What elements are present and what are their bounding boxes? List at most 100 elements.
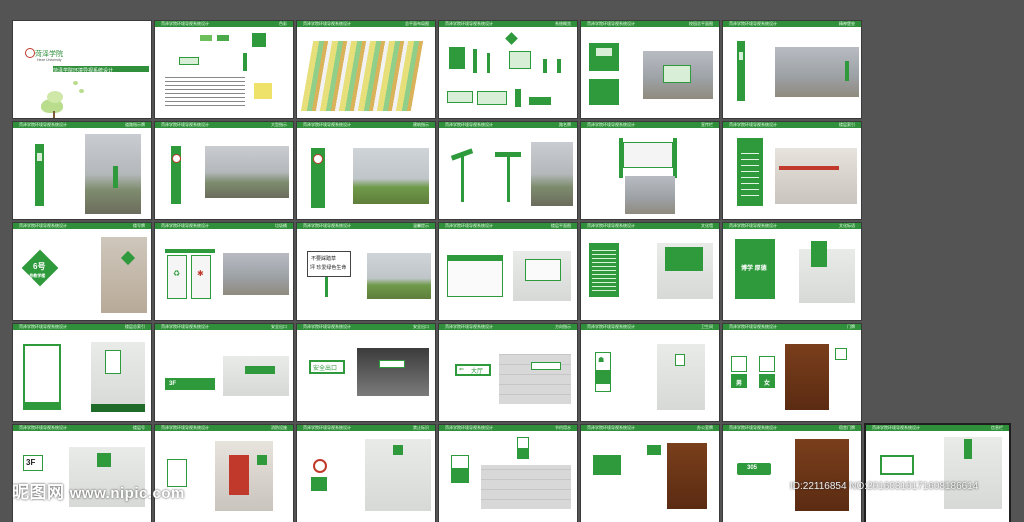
- page-road-sign[interactable]: 菏泽学院环境导视系统设计 道路指示牌: [13, 122, 151, 219]
- page-large-sign[interactable]: 菏泽学院环境导视系统设计 大型指示: [155, 122, 293, 219]
- info-board: [964, 439, 972, 459]
- exit-sign: [379, 360, 405, 368]
- page-direction[interactable]: 菏泽学院环境导视系统设计 方向指示 ⇐ 大厅: [439, 324, 577, 421]
- page-road-name[interactable]: 菏泽学院环境导视系统设计 路名牌: [439, 122, 577, 219]
- no-entry-icon: [172, 154, 181, 163]
- overview-sign: [449, 47, 465, 69]
- tree-trunk: [53, 111, 55, 118]
- page-tag: 宣传栏: [701, 122, 713, 127]
- page-info-board[interactable]: 菏泽学院环境导视系统设计 信息栏: [866, 425, 1009, 522]
- page-floor-plan[interactable]: 菏泽学院环境导视系统设计 楼层平面图: [439, 223, 577, 320]
- page-tag: 色彩: [279, 21, 287, 26]
- page-floor-directory[interactable]: 菏泽学院环境导视系统设计 楼层总索引: [13, 324, 151, 421]
- page-master-plan[interactable]: 菏泽学院环境导视系统设计 总平面布局图: [297, 21, 435, 118]
- overview-sign: [447, 91, 473, 103]
- page-building-number[interactable]: 菏泽学院环境导视系统设计 楼号牌 6号 6号教学楼: [13, 223, 151, 320]
- page-office-plate[interactable]: 菏泽学院环境导视系统设计 办公室牌: [581, 425, 719, 522]
- toilet-female-label: 女: [764, 381, 771, 387]
- page-title: 菏泽学院环境导视系统设计: [19, 223, 67, 228]
- overview-sign: [557, 59, 561, 73]
- water-sign: [451, 469, 469, 483]
- page-title: 菏泽学院环境导视系统设计: [161, 21, 209, 26]
- site-photo: [357, 348, 429, 396]
- overview-sign: [473, 49, 477, 73]
- hanging-sign: [245, 366, 275, 374]
- page-title: 菏泽学院环境导视系统设计: [445, 425, 493, 430]
- building-label: 6号教学楼: [27, 273, 46, 278]
- page-title: 菏泽学院环境导视系统设计: [587, 425, 635, 430]
- page-tag: 禁止标识: [413, 425, 429, 430]
- page-dorm-plate[interactable]: 菏泽学院环境导视系统设计 宿舍门牌 305: [723, 425, 861, 522]
- page-restroom[interactable]: 菏泽学院环境导视系统设计 卫生间 ☗: [581, 324, 719, 421]
- site-photo: [775, 148, 857, 204]
- page-overview[interactable]: 菏泽学院环境导视系统设计 系统概览: [439, 21, 577, 118]
- toilet-male-label: 男: [736, 381, 743, 387]
- page-landmark[interactable]: 菏泽学院环境导视系统设计 精神堡垒: [723, 21, 861, 118]
- cover-logo-sub: Heze University: [37, 58, 62, 62]
- person-icon: ☗: [598, 357, 605, 364]
- page-tag: 安全出口: [413, 324, 429, 329]
- exit-sign-text: 安全出口: [313, 366, 338, 372]
- site-photo: [367, 253, 431, 299]
- toilet-icon-panel: [835, 348, 847, 360]
- landmark-pillar: [737, 41, 745, 101]
- road-sign-post: [113, 166, 118, 188]
- directory-board-base: [23, 402, 61, 410]
- page-bulletin[interactable]: 菏泽学院环境导视系统设计 宣传栏: [581, 122, 719, 219]
- page-title: 菏泽学院环境导视系统设计: [445, 122, 493, 127]
- landmark-pillar: [845, 61, 849, 81]
- page-fire[interactable]: 菏泽学院环境导视系统设计 消防设施: [155, 425, 293, 522]
- color-swatch: [243, 53, 247, 71]
- page-floor-index[interactable]: 菏泽学院环境导视系统设计 楼层索引: [723, 122, 861, 219]
- map-board-sign: [663, 65, 691, 83]
- page-tag: 宿舍门牌: [839, 425, 855, 430]
- page-title: 菏泽学院环境导视系统设计: [161, 223, 209, 228]
- page-tag: 门牌: [847, 324, 855, 329]
- page-no-smoking[interactable]: 菏泽学院环境导视系统设计 禁止标识: [297, 425, 435, 522]
- page-tag: 文化墙: [701, 223, 713, 228]
- page-culture-wall[interactable]: 菏泽学院环境导视系统设计 文化墙: [581, 223, 719, 320]
- page-exit-hanging[interactable]: 菏泽学院环境导视系统设计 安全出口 3F: [155, 324, 293, 421]
- page-tag: 垃圾桶: [275, 223, 287, 228]
- page-building-sign[interactable]: 菏泽学院环境导视系统设计 建筑指示: [297, 122, 435, 219]
- no-smoking-sign: [311, 477, 327, 491]
- page-title: 菏泽学院环境导视系统设计: [303, 122, 351, 127]
- page-cover[interactable]: 菏泽学院 Heze University 菏泽学院环境导视系统设计: [13, 21, 151, 118]
- leaf-icon: [79, 89, 84, 93]
- page-color[interactable]: 菏泽学院环境导视系统设计 色彩: [155, 21, 293, 118]
- floor-number-sign: [97, 453, 111, 467]
- page-title: 菏泽学院环境导视系统设计: [729, 324, 777, 329]
- page-exit-sign[interactable]: 菏泽学院环境导视系统设计 安全出口 安全出口: [297, 324, 435, 421]
- fire-sign: [257, 455, 267, 465]
- page-trash-bin[interactable]: 菏泽学院环境导视系统设计 垃圾桶 ♻ ✱: [155, 223, 293, 320]
- page-water[interactable]: 菏泽学院环境导视系统设计 节约用水: [439, 425, 577, 522]
- text-block: [165, 76, 245, 106]
- fire-cabinet: [229, 455, 249, 495]
- page-title: 菏泽学院环境导视系统设计: [587, 324, 635, 329]
- water-sign: [451, 455, 469, 469]
- culture-board-text: [592, 249, 616, 291]
- page-title: 菏泽学院环境导视系统设计: [303, 425, 351, 430]
- floor-plan-board: [525, 259, 561, 281]
- page-slogan[interactable]: 菏泽学院环境导视系统设计 文化标语 博学 厚德: [723, 223, 861, 320]
- page-floor-number[interactable]: 菏泽学院环境导视系统设计 楼层号 3F: [13, 425, 151, 522]
- page-title: 菏泽学院环境导视系统设计: [445, 223, 493, 228]
- color-swatch: [254, 83, 272, 99]
- office-plate: [593, 455, 621, 475]
- overview-sign: [543, 59, 547, 73]
- page-tag: 消防设施: [271, 425, 287, 430]
- road-name-post: [507, 152, 510, 202]
- water-sign: [517, 449, 529, 459]
- page-title: 菏泽学院环境导视系统设计: [587, 122, 635, 127]
- page-tag: 楼号牌: [133, 223, 145, 228]
- watermark-url: www.nipic.com: [69, 485, 185, 502]
- page-door-plate[interactable]: 菏泽学院环境导视系统设计 门牌 男 女: [723, 324, 861, 421]
- site-photo: [223, 253, 289, 295]
- floor-plan-header: [447, 255, 503, 261]
- page-campus-map[interactable]: 菏泽学院环境导视系统设计 校园总平面图: [581, 21, 719, 118]
- page-tag: 精神堡垒: [839, 21, 855, 26]
- watermark-brand-text: 昵图网: [12, 483, 65, 502]
- page-reminder[interactable]: 菏泽学院环境导视系统设计 温馨提示 不要踩踏草 坪 珍爱绿色生命: [297, 223, 435, 320]
- page-title: 菏泽学院环境导视系统设计: [729, 21, 777, 26]
- page-tag: 温馨提示: [413, 223, 429, 228]
